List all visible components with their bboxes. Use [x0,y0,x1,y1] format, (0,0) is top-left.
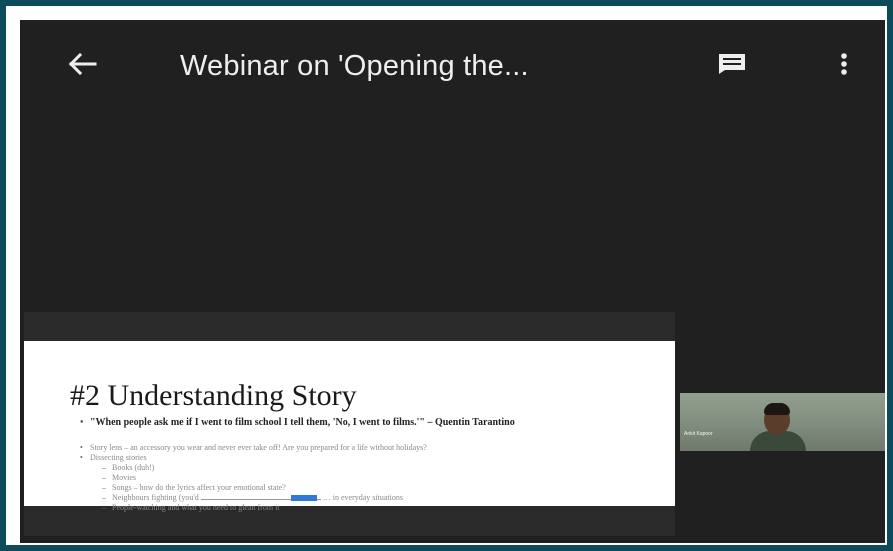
screenshot-frame: Webinar on 'Opening the... #2 Understand… [6,6,887,545]
slide-quote-text: "When people ask me if I went to film sc… [90,417,515,428]
participant-video-tile[interactable]: Ankit Kapoor [680,393,885,451]
slide-bullet: – Songs – how do the lyrics affect your e… [102,483,286,492]
top-app-bar: Webinar on 'Opening the... [20,20,885,106]
slide-bullet: – Books (duh!) [102,463,155,472]
back-button[interactable] [60,44,104,84]
meeting-title: Webinar on 'Opening the... [180,50,529,82]
more-vert-icon [841,53,847,75]
meet-screen: Webinar on 'Opening the... #2 Understand… [20,20,885,543]
slide: #2 Understanding Story • "When people ask… [24,341,675,512]
slide-bullet: • Story lens – an accessory you wear and … [80,443,427,452]
slide-bullet: – Neighbours fighting (you'd … in everyda… [102,493,403,502]
participant-name: Ankit Kapoor [684,431,713,437]
captions-icon [719,54,745,74]
text-selection-highlight [290,495,317,502]
slide-bullet: – Movies [102,473,136,482]
presentation-view[interactable]: #2 Understanding Story • "When people ask… [24,312,675,536]
participant-hair [764,403,790,415]
slide-quote: • "When people ask me if I went to film s… [80,417,515,428]
captions-button[interactable] [712,46,752,82]
arrow-left-icon [68,52,97,76]
slide-bullet: • Dissecting stories [80,453,147,462]
slide-bullet: – People-watching and what you need to gl… [102,503,280,512]
slide-bullet-list: • Story lens – an accessory you wear and … [80,443,670,513]
more-options-button[interactable] [830,46,858,82]
slide-title: #2 Understanding Story [70,379,357,412]
